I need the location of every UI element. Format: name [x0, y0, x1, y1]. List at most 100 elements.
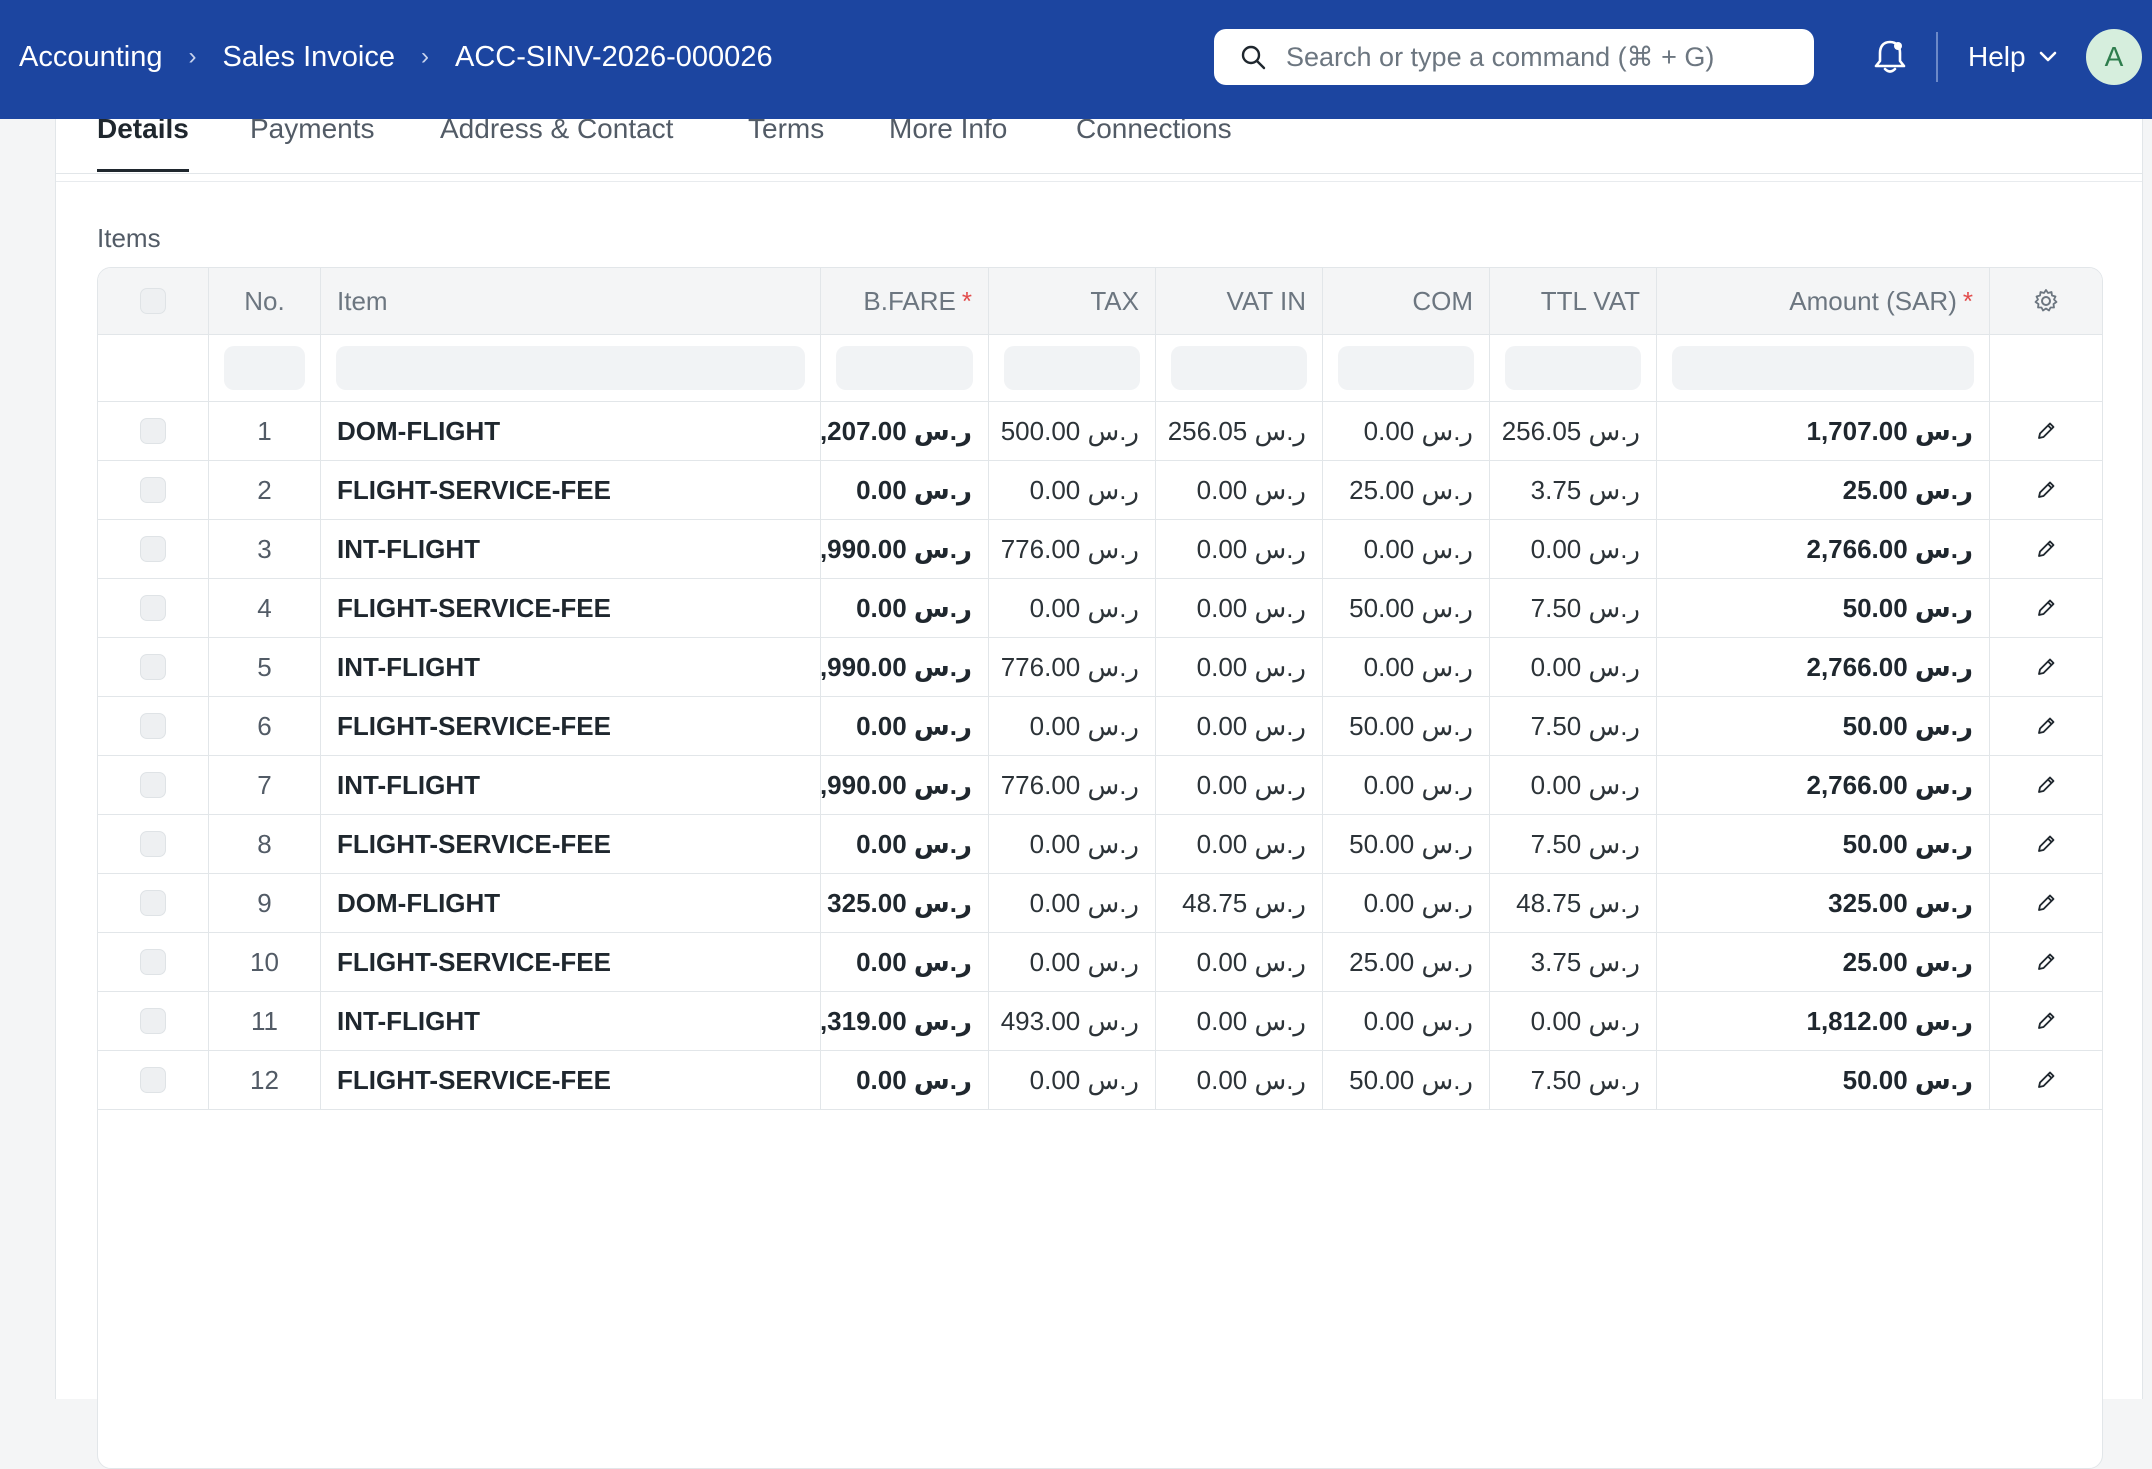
row-amount[interactable]: 2,766.00 ر.س — [1657, 638, 1990, 696]
row-bfare[interactable]: 0.00 ر.س — [821, 1051, 989, 1109]
row-com[interactable]: 0.00 ر.س — [1323, 992, 1490, 1050]
row-item[interactable]: DOM-FLIGHT — [321, 402, 821, 460]
row-vat-in[interactable]: 0.00 ر.س — [1156, 520, 1323, 578]
row-item[interactable]: DOM-FLIGHT — [321, 874, 821, 932]
row-bfare[interactable]: 0.00 ر.س — [821, 815, 989, 873]
edit-icon[interactable] — [2035, 420, 2057, 442]
row-item[interactable]: INT-FLIGHT — [321, 520, 821, 578]
row-bfare[interactable]: 1,990.00 ر.س — [821, 520, 989, 578]
row-tax[interactable]: 0.00 ر.س — [989, 933, 1156, 991]
row-checkbox[interactable] — [140, 418, 166, 444]
row-tax[interactable]: 776.00 ر.س — [989, 638, 1156, 696]
row-vat-in[interactable]: 0.00 ر.س — [1156, 579, 1323, 637]
row-amount[interactable]: 50.00 ر.س — [1657, 697, 1990, 755]
row-vat-in[interactable]: 0.00 ر.س — [1156, 461, 1323, 519]
row-bfare[interactable]: 0.00 ر.س — [821, 461, 989, 519]
table-row[interactable]: 11INT-FLIGHT1,319.00 ر.س493.00 ر.س0.00 ر… — [98, 992, 2102, 1051]
filter-com-input[interactable] — [1338, 346, 1474, 390]
row-ttl-vat[interactable]: 48.75 ر.س — [1490, 874, 1657, 932]
row-checkbox[interactable] — [140, 772, 166, 798]
row-tax[interactable]: 500.00 ر.س — [989, 402, 1156, 460]
row-edit-button[interactable] — [1990, 402, 2102, 460]
row-vat-in[interactable]: 0.00 ر.س — [1156, 815, 1323, 873]
row-com[interactable]: 0.00 ر.س — [1323, 638, 1490, 696]
row-edit-button[interactable] — [1990, 1051, 2102, 1109]
row-item[interactable]: FLIGHT-SERVICE-FEE — [321, 461, 821, 519]
row-checkbox[interactable] — [140, 713, 166, 739]
avatar[interactable]: A — [2086, 29, 2142, 85]
edit-icon[interactable] — [2035, 479, 2057, 501]
row-ttl-vat[interactable]: 0.00 ر.س — [1490, 638, 1657, 696]
edit-icon[interactable] — [2035, 833, 2057, 855]
row-vat-in[interactable]: 48.75 ر.س — [1156, 874, 1323, 932]
row-checkbox[interactable] — [140, 477, 166, 503]
breadcrumb-accounting[interactable]: Accounting — [19, 41, 163, 74]
row-edit-button[interactable] — [1990, 933, 2102, 991]
row-ttl-vat[interactable]: 0.00 ر.س — [1490, 756, 1657, 814]
filter-vat-in-input[interactable] — [1171, 346, 1307, 390]
row-tax[interactable]: 776.00 ر.س — [989, 756, 1156, 814]
row-item[interactable]: INT-FLIGHT — [321, 992, 821, 1050]
row-edit-button[interactable] — [1990, 579, 2102, 637]
row-com[interactable]: 50.00 ر.س — [1323, 1051, 1490, 1109]
gear-icon[interactable] — [2032, 287, 2060, 315]
row-tax[interactable]: 0.00 ر.س — [989, 579, 1156, 637]
row-checkbox[interactable] — [140, 536, 166, 562]
row-item[interactable]: FLIGHT-SERVICE-FEE — [321, 697, 821, 755]
row-edit-button[interactable] — [1990, 756, 2102, 814]
row-com[interactable]: 50.00 ر.س — [1323, 697, 1490, 755]
edit-icon[interactable] — [2035, 538, 2057, 560]
table-row[interactable]: 1DOM-FLIGHT1,207.00 ر.س500.00 ر.س256.05 … — [98, 402, 2102, 461]
edit-icon[interactable] — [2035, 892, 2057, 914]
filter-bfare-input[interactable] — [836, 346, 973, 390]
select-all-checkbox[interactable] — [140, 288, 166, 314]
row-amount[interactable]: 25.00 ر.س — [1657, 461, 1990, 519]
row-amount[interactable]: 50.00 ر.س — [1657, 1051, 1990, 1109]
breadcrumb-invoice-id[interactable]: ACC-SINV-2026-000026 — [455, 41, 773, 74]
row-ttl-vat[interactable]: 3.75 ر.س — [1490, 933, 1657, 991]
filter-tax-input[interactable] — [1004, 346, 1140, 390]
row-vat-in[interactable]: 0.00 ر.س — [1156, 697, 1323, 755]
row-ttl-vat[interactable]: 0.00 ر.س — [1490, 992, 1657, 1050]
row-com[interactable]: 25.00 ر.س — [1323, 461, 1490, 519]
row-tax[interactable]: 0.00 ر.س — [989, 1051, 1156, 1109]
table-row[interactable]: 5INT-FLIGHT1,990.00 ر.س776.00 ر.س0.00 ر.… — [98, 638, 2102, 697]
row-edit-button[interactable] — [1990, 461, 2102, 519]
help-menu[interactable]: Help — [1968, 0, 2058, 114]
row-amount[interactable]: 1,812.00 ر.س — [1657, 992, 1990, 1050]
row-bfare[interactable]: 0.00 ر.س — [821, 579, 989, 637]
edit-icon[interactable] — [2035, 1069, 2057, 1091]
table-row[interactable]: 9 DOM-FLIGHT 325.00 ر.س 0.00 ر.س 48.75 ر.س 0.… — [98, 874, 2102, 933]
row-ttl-vat[interactable]: 7.50 ر.س — [1490, 1051, 1657, 1109]
table-row[interactable]: 12 FLIGHT-SERVICE-FEE 0.00 ر.س 0.00 ر.س 0.00… — [98, 1051, 2102, 1110]
row-item[interactable]: FLIGHT-SERVICE-FEE — [321, 933, 821, 991]
row-edit-button[interactable] — [1990, 992, 2102, 1050]
row-tax[interactable]: 0.00 ر.س — [989, 815, 1156, 873]
breadcrumb-sales-invoice[interactable]: Sales Invoice — [223, 41, 396, 74]
row-bfare[interactable]: 1,207.00 ر.س — [821, 402, 989, 460]
row-bfare[interactable]: 0.00 ر.س — [821, 933, 989, 991]
row-tax[interactable]: 776.00 ر.س — [989, 520, 1156, 578]
row-com[interactable]: 0.00 ر.س — [1323, 874, 1490, 932]
row-com[interactable]: 0.00 ر.س — [1323, 402, 1490, 460]
filter-item-input[interactable] — [336, 346, 805, 390]
search-input[interactable] — [1284, 40, 1788, 74]
table-row[interactable]: 6 FLIGHT-SERVICE-FEE 0.00 ر.س 0.00 ر.س 0.00 … — [98, 697, 2102, 756]
row-vat-in[interactable]: 0.00 ر.س — [1156, 756, 1323, 814]
edit-icon[interactable] — [2035, 774, 2057, 796]
edit-icon[interactable] — [2035, 1010, 2057, 1032]
row-bfare[interactable]: 325.00 ر.س — [821, 874, 989, 932]
row-vat-in[interactable]: 0.00 ر.س — [1156, 638, 1323, 696]
notification-bell-icon[interactable] — [1873, 39, 1907, 75]
row-edit-button[interactable] — [1990, 638, 2102, 696]
table-row[interactable]: 2 FLIGHT-SERVICE-FEE 0.00 ر.س 0.00 ر.س 0.00 … — [98, 461, 2102, 520]
edit-icon[interactable] — [2035, 597, 2057, 619]
row-amount[interactable]: 2,766.00 ر.س — [1657, 520, 1990, 578]
row-amount[interactable]: 50.00 ر.س — [1657, 815, 1990, 873]
row-ttl-vat[interactable]: 0.00 ر.س — [1490, 520, 1657, 578]
edit-icon[interactable] — [2035, 951, 2057, 973]
row-edit-button[interactable] — [1990, 697, 2102, 755]
row-bfare[interactable]: 1,990.00 ر.س — [821, 638, 989, 696]
row-checkbox[interactable] — [140, 831, 166, 857]
row-vat-in[interactable]: 0.00 ر.س — [1156, 1051, 1323, 1109]
